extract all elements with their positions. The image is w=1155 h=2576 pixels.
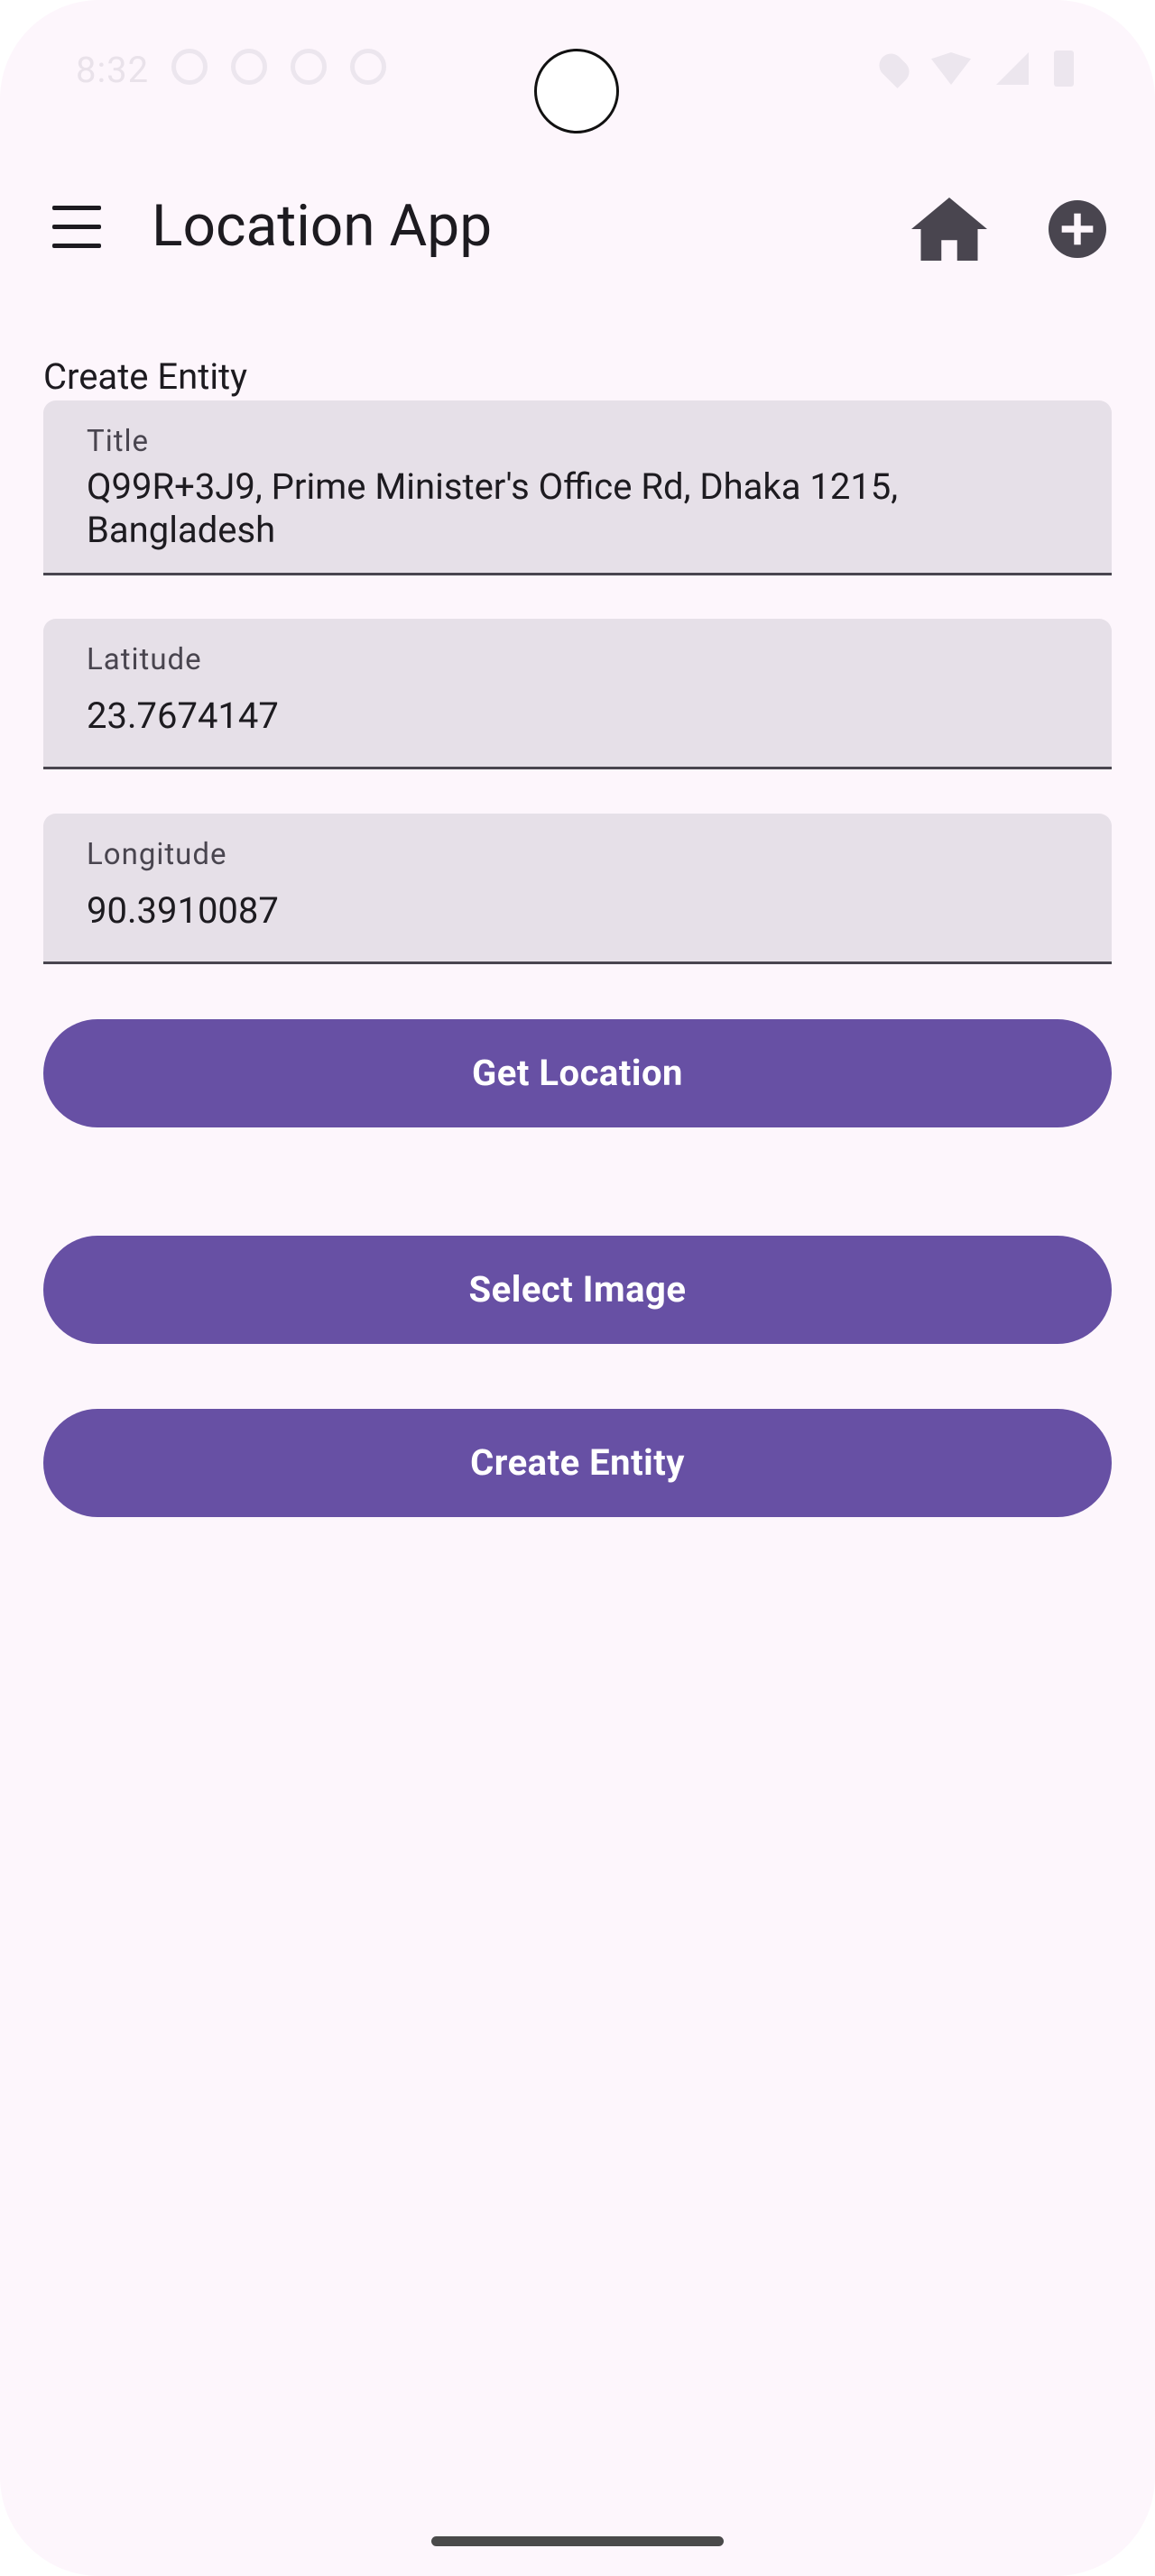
title-field-label: Title: [87, 424, 150, 459]
section-title: Create Entity: [43, 355, 248, 398]
top-app-bar: Location App: [0, 171, 1155, 283]
select-image-button[interactable]: Select Image: [43, 1236, 1112, 1344]
latitude-field-label: Latitude: [87, 642, 202, 677]
status-bar: 8:32: [0, 0, 1155, 144]
menu-icon-line-3: [52, 244, 101, 248]
home-icon: [911, 198, 987, 261]
home-button[interactable]: [911, 197, 987, 262]
notification-icons: [171, 49, 386, 85]
title-field[interactable]: Title Q99R+3J9, Prime Minister's Office …: [43, 400, 1112, 575]
gesture-nav-handle[interactable]: [431, 2536, 724, 2546]
system-icons: [874, 49, 1074, 88]
title-field-value: Q99R+3J9, Prime Minister's Office Rd, Dh…: [87, 465, 899, 551]
menu-button[interactable]: [36, 191, 117, 263]
wifi-status-icon: [931, 52, 971, 85]
google-notification-icon: [231, 49, 267, 85]
mail-notification-icon: [171, 49, 208, 85]
longitude-field[interactable]: Longitude 90.3910087: [43, 814, 1112, 964]
create-entity-button[interactable]: Create Entity: [43, 1409, 1112, 1517]
menu-icon: [52, 206, 101, 210]
add-circle-icon: [1049, 200, 1106, 258]
longitude-field-label: Longitude: [87, 837, 227, 872]
get-location-button[interactable]: Get Location: [43, 1019, 1112, 1127]
longitude-field-value: 90.3910087: [87, 889, 279, 932]
status-time: 8:32: [76, 49, 150, 91]
phone-screen: 8:32 Location App Create Entity Title Q9…: [0, 0, 1155, 2576]
location-status-icon: [874, 49, 914, 88]
latitude-field-value: 23.7674147: [87, 695, 279, 737]
battery-status-icon: [1054, 51, 1074, 87]
menu-icon-line-2: [52, 225, 101, 229]
add-button[interactable]: [1049, 200, 1106, 258]
app-title: Location App: [152, 192, 493, 260]
camera-cutout: [534, 49, 619, 133]
shield-notification-icon: [291, 49, 327, 85]
latitude-field[interactable]: Latitude 23.7674147: [43, 619, 1112, 769]
google-notification-icon-2: [350, 49, 386, 85]
signal-status-icon: [996, 52, 1029, 85]
